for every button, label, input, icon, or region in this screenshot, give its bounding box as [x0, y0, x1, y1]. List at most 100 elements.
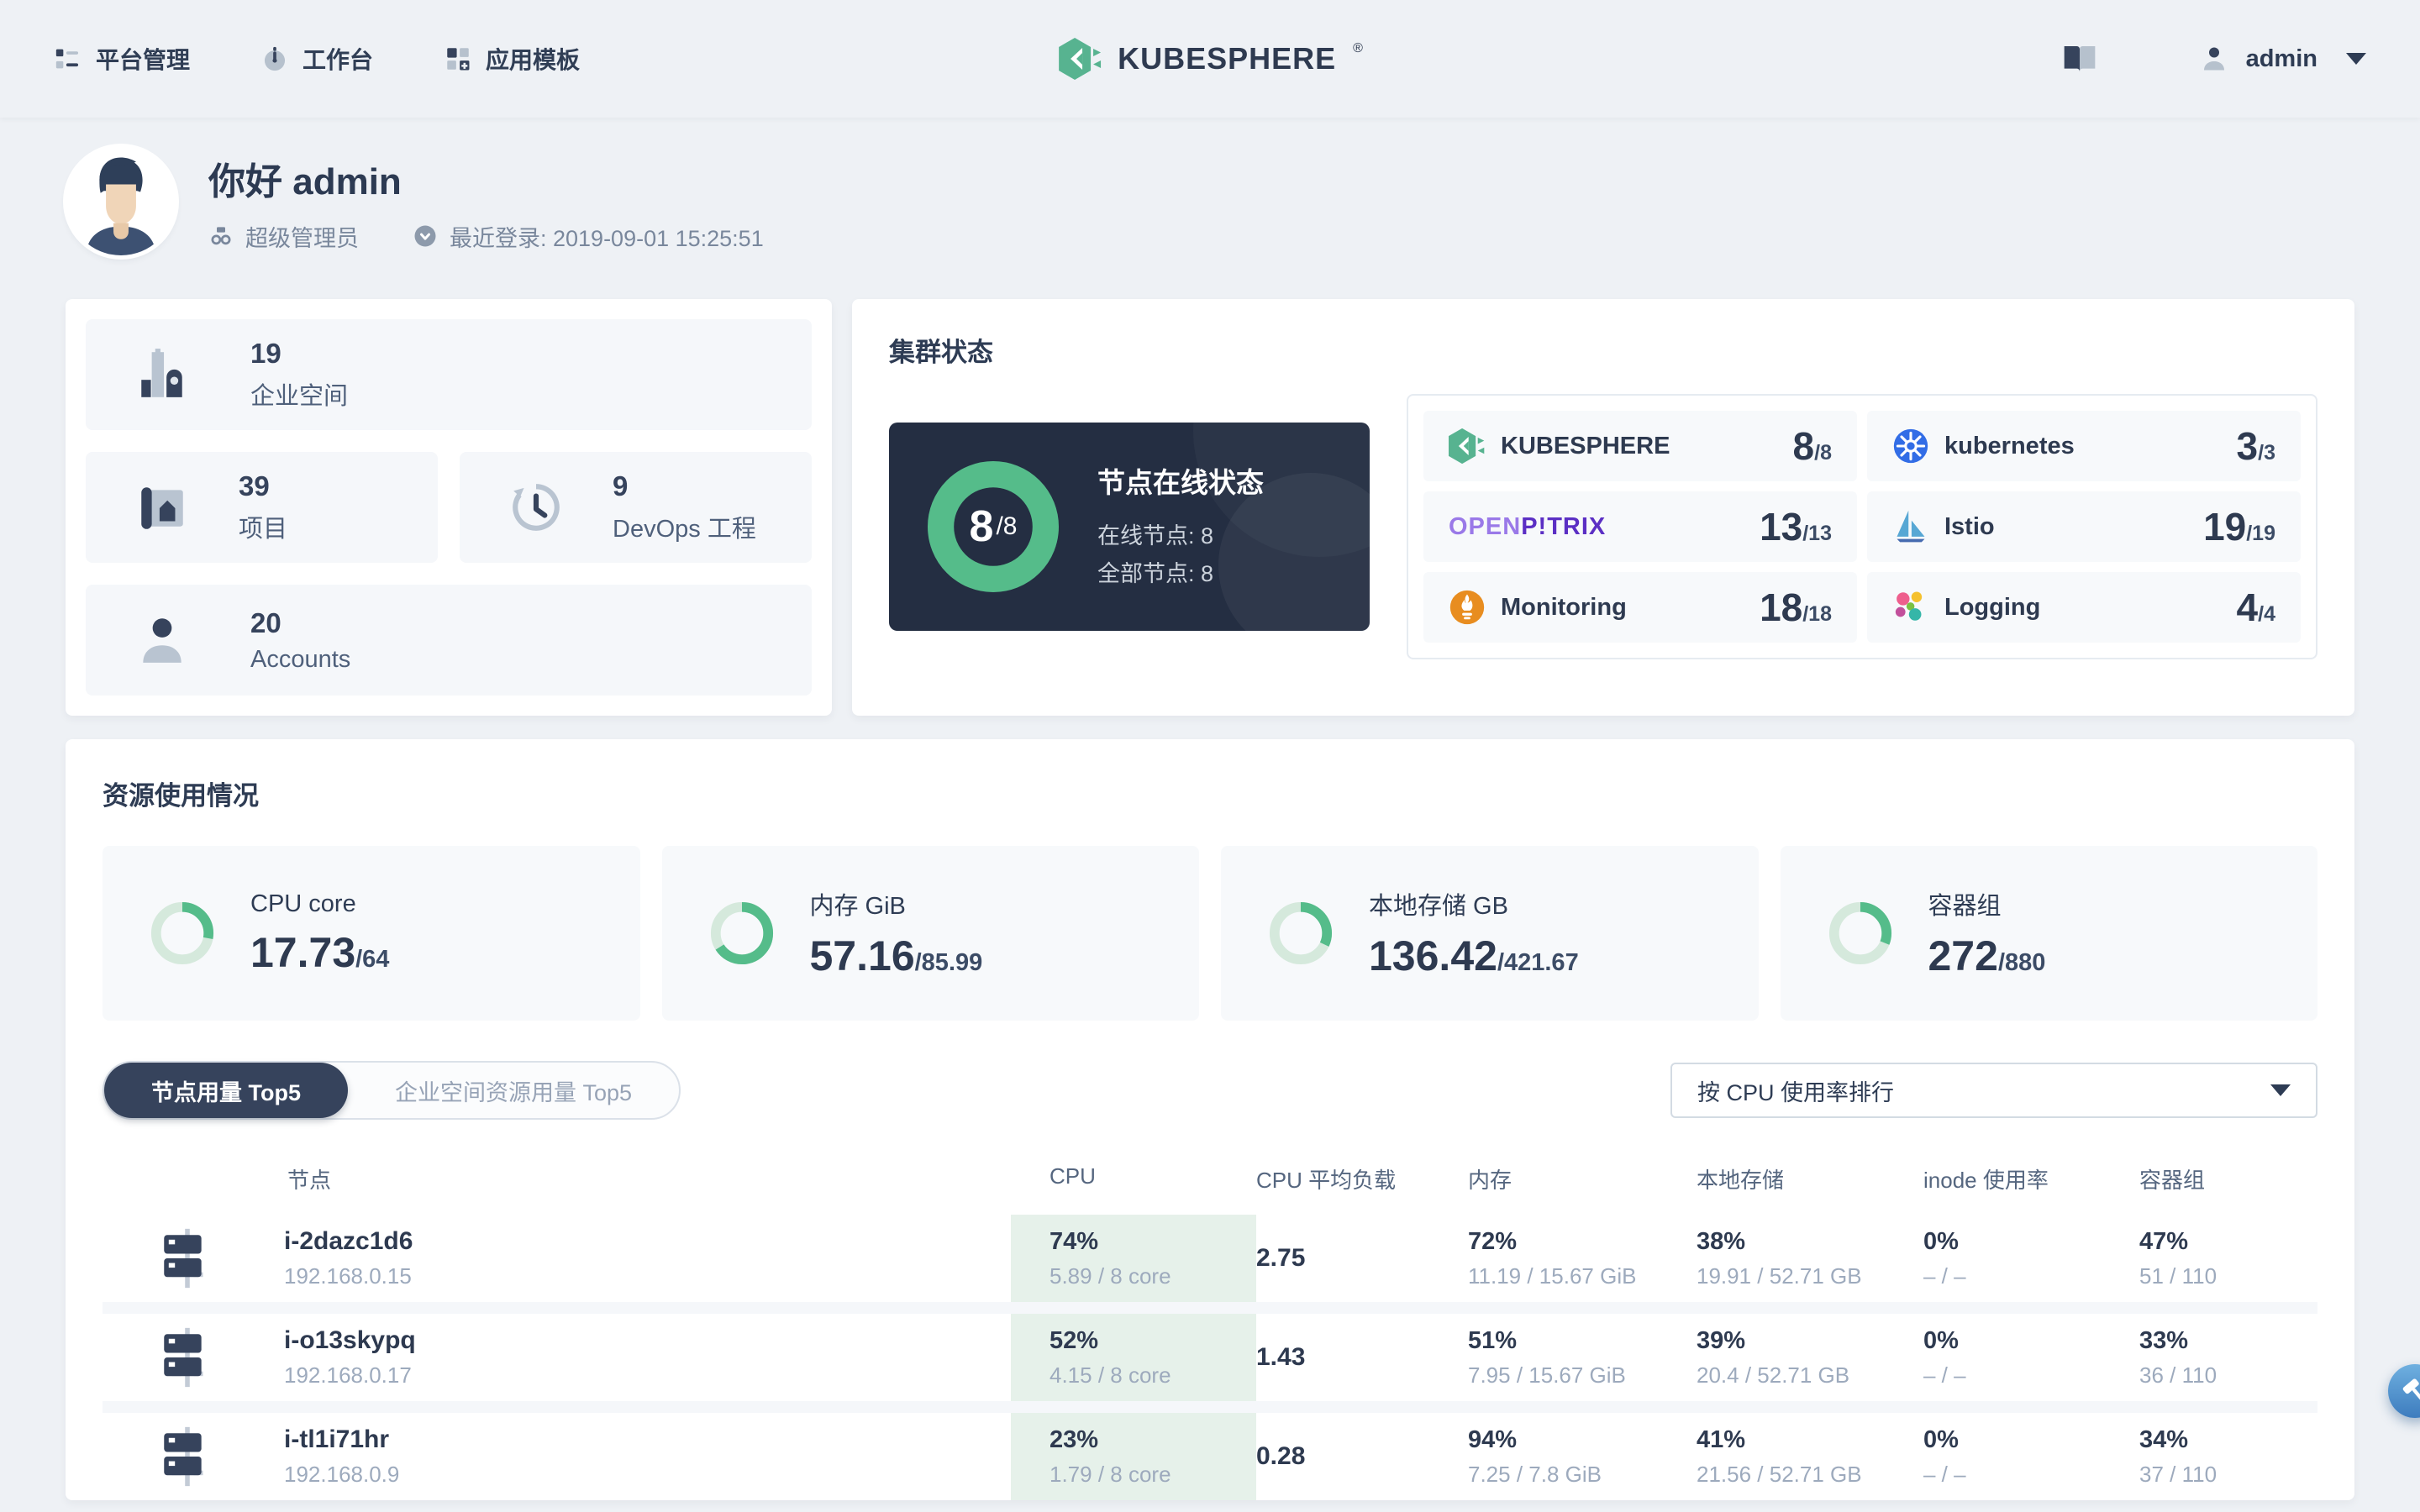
nodes-online-line: 在线节点: 8	[1097, 523, 1214, 549]
memory-cell: 94% 7.25 / 7.8 GiB	[1468, 1425, 1602, 1487]
resource-used: 17.73	[250, 928, 356, 976]
storage-usage-ring	[1268, 900, 1334, 966]
node-status-ring: 8/8	[928, 461, 1059, 592]
component-name: Logging	[1944, 593, 2041, 621]
resource-card-pods: 容器组 272/880	[1780, 846, 2317, 1021]
kubesphere-icon	[1449, 428, 1485, 465]
cluster-status-card: 集群状态 8/8 节点在线状态 在线节点: 8 全部节点: 8 KUBESPHE…	[852, 299, 2354, 716]
storage-cell: 38% 19.91 / 52.71 GB	[1697, 1227, 1862, 1289]
inode-cell: 0% – / –	[1923, 1326, 1966, 1388]
pods-cell: 34% 37 / 110	[2139, 1425, 2217, 1487]
user-role: 超级管理员	[208, 220, 359, 253]
summary-value: 20	[250, 606, 281, 638]
component-istio: Istio 19/19	[1867, 491, 2301, 562]
memory-cell: 51% 7.95 / 15.67 GiB	[1468, 1326, 1626, 1388]
col-memory: 内存	[1468, 1168, 1512, 1193]
kubernetes-icon	[1893, 428, 1928, 464]
component-value: 13	[1760, 505, 1803, 549]
component-kubernetes: kubernetes 3/3	[1867, 411, 2301, 481]
brand-registered-mark: ®	[1353, 41, 1363, 55]
time-icon	[414, 225, 436, 247]
cluster-status-title: 集群状态	[889, 338, 993, 367]
chevron-down-icon	[2346, 53, 2366, 65]
chevron-down-icon	[2270, 1084, 2291, 1096]
component-total: /3	[2258, 441, 2275, 465]
nav-label: 应用模板	[486, 47, 581, 73]
nav-platform-management[interactable]: 平台管理	[54, 42, 190, 76]
resource-card-storage: 本地存储 GB 136.42/421.67	[1221, 846, 1759, 1021]
component-name: Monitoring	[1501, 593, 1627, 621]
greeting-section: 你好 admin 超级管理员 最近登录: 2019-09-01 15:25:51	[0, 118, 2420, 299]
nodes-total-count: /8	[996, 512, 1018, 540]
component-monitoring: Monitoring 18/18	[1423, 572, 1857, 643]
component-value: 19	[2203, 505, 2247, 549]
summary-tile-devops[interactable]: 9 DevOps 工程	[460, 452, 812, 563]
component-value: 4	[2236, 585, 2259, 629]
logging-icon	[1895, 591, 1923, 621]
summary-tile-accounts[interactable]: 20 Accounts	[86, 585, 812, 696]
brand-logo[interactable]: KUBESPHERE ®	[1059, 34, 1363, 83]
user-name: admin	[2245, 45, 2317, 72]
user-menu[interactable]: admin	[2199, 44, 2366, 74]
cpu-load-cell: 0.28	[1256, 1442, 1306, 1470]
component-value: 3	[2236, 424, 2259, 468]
summary-card: 19 企业空间 39 项目 9 DevOps 工程 20 Accounts	[66, 299, 832, 716]
col-cpu-load: CPU 平均负载	[1256, 1168, 1397, 1193]
table-row[interactable]: i-2dazc1d6 192.168.0.15 74% 5.89 / 8 cor…	[103, 1215, 2317, 1302]
resource-used: 136.42	[1369, 932, 1497, 979]
component-name: kubernetes	[1944, 432, 2075, 459]
table-header: 节点 CPU CPU 平均负载 内存 本地存储 inode 使用率 容器组	[103, 1148, 2317, 1215]
resource-total: /85.99	[914, 949, 983, 976]
component-total: /4	[2258, 602, 2275, 626]
tab-node-usage-top5[interactable]: 节点用量 Top5	[104, 1063, 348, 1118]
workbench-icon	[264, 46, 286, 71]
cpu-load-cell: 2.75	[1256, 1244, 1306, 1272]
greeting-title: 你好 admin	[208, 160, 402, 202]
openpitrix-logo: OPENP!TRIX	[1449, 512, 1607, 540]
node-online-status-card[interactable]: 8/8 节点在线状态 在线节点: 8 全部节点: 8	[889, 423, 1370, 631]
nav-workbench[interactable]: 工作台	[260, 42, 373, 76]
resource-total: /64	[355, 945, 390, 973]
cpu-usage-ring	[150, 900, 215, 966]
cpu-cell: 74% 5.89 / 8 core	[1011, 1215, 1256, 1302]
nav-app-templates[interactable]: 应用模板	[444, 42, 580, 76]
table-rows: i-2dazc1d6 192.168.0.15 74% 5.89 / 8 cor…	[103, 1215, 2317, 1500]
table-row[interactable]: i-tl1i71hr 192.168.0.9 23% 1.79 / 8 core…	[103, 1413, 2317, 1500]
user-icon	[2203, 47, 2224, 71]
summary-tile-projects[interactable]: 39 项目	[86, 452, 438, 563]
component-name: KUBESPHERE	[1501, 432, 1670, 459]
docs-button[interactable]	[2061, 42, 2098, 76]
resource-usage-panel: 资源使用情况 CPU core 17.73/64 内存 GiB 57.16/85…	[66, 739, 2354, 1500]
sort-select[interactable]: 按 CPU 使用率排行	[1670, 1063, 2317, 1118]
summary-label: Accounts	[250, 645, 351, 673]
summary-label: 企业空间	[250, 383, 349, 410]
node-ip: 192.168.0.9	[284, 1462, 400, 1487]
node-ip: 192.168.0.15	[284, 1263, 412, 1289]
role-label: 超级管理员	[245, 225, 359, 251]
role-icon	[211, 227, 231, 245]
accounts-icon	[143, 618, 182, 663]
resource-label: 本地存储 GB	[1369, 893, 1508, 920]
component-value: 8	[1792, 424, 1815, 468]
tab-workspace-usage-top5[interactable]: 企业空间资源用量 Top5	[348, 1063, 679, 1118]
devops-icon	[513, 484, 560, 531]
node-name: i-tl1i71hr	[284, 1425, 390, 1453]
apps-icon	[447, 48, 470, 71]
resource-label: CPU core	[250, 890, 356, 917]
pods-cell: 47% 51 / 110	[2139, 1227, 2217, 1289]
node-name: i-o13skypq	[284, 1326, 416, 1354]
table-row[interactable]: i-o13skypq 192.168.0.17 52% 4.15 / 8 cor…	[103, 1314, 2317, 1401]
node-usage-table: 节点 CPU CPU 平均负载 内存 本地存储 inode 使用率 容器组 i-…	[103, 1148, 2317, 1500]
component-openpitrix: OPENP!TRIX 13/13	[1423, 491, 1857, 562]
inode-cell: 0% – / –	[1923, 1425, 1966, 1487]
node-icon	[164, 1228, 203, 1289]
node-icon	[164, 1327, 203, 1388]
cpu-cell: 23% 1.79 / 8 core	[1011, 1413, 1256, 1500]
nodes-online-count: 8	[969, 502, 994, 551]
cpu-load-cell: 1.43	[1256, 1343, 1306, 1371]
nav-label: 平台管理	[96, 47, 191, 73]
kubesphere-logo-icon	[1059, 38, 1102, 80]
node-ip: 192.168.0.17	[284, 1362, 412, 1388]
summary-label: DevOps 工程	[613, 516, 756, 543]
summary-tile-workspaces[interactable]: 19 企业空间	[86, 319, 812, 430]
